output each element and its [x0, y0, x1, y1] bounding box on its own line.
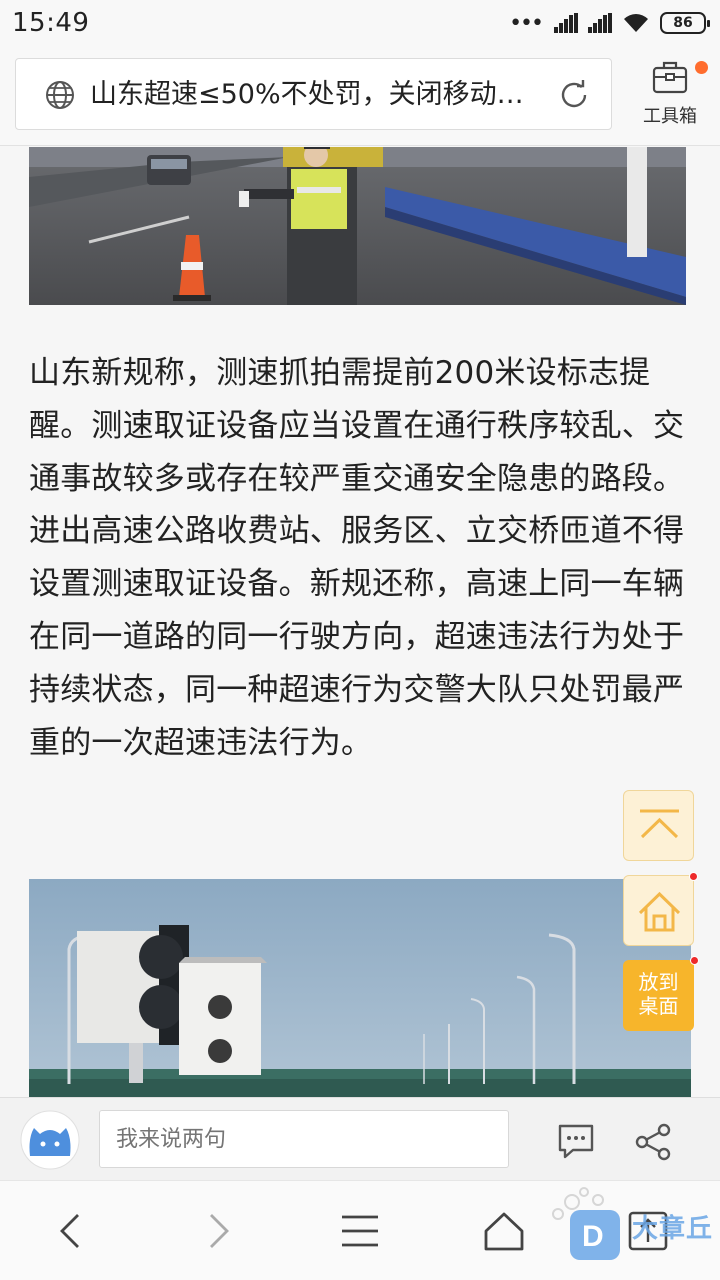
notification-dot: [689, 872, 698, 881]
notification-dot: [690, 956, 699, 965]
share-icon[interactable]: [633, 1122, 673, 1162]
add-to-desktop-button[interactable]: 放到桌面: [623, 956, 699, 1031]
article-content[interactable]: 山东新规称，测速抓拍需提前200米设标志提醒。测速取证设备应当设置在通行秩序较乱…: [0, 147, 720, 1097]
comment-bar: [0, 1097, 720, 1180]
watermark: D 大章丘: [540, 1184, 720, 1280]
traffic-police-photo: [29, 147, 686, 305]
avatar[interactable]: [20, 1110, 80, 1170]
signal-icon: [554, 13, 578, 33]
home-button[interactable]: [623, 872, 698, 946]
toolbox-icon: [652, 61, 688, 94]
watermark-logo: D: [552, 1187, 620, 1260]
globe-icon: [46, 81, 74, 109]
add-to-desktop-label: 放到桌面: [638, 970, 679, 1018]
back-to-top-button[interactable]: [623, 790, 694, 861]
article-paragraph: 山东新规称，测速抓拍需提前200米设标志提醒。测速取证设备应当设置在通行秩序较乱…: [29, 355, 685, 761]
status-time: 15:49: [12, 8, 90, 38]
battery-icon: 86: [660, 12, 710, 34]
watermark-text: 大章丘: [632, 1214, 714, 1244]
more-notifications-icon: •••: [509, 10, 544, 36]
status-icons: ••• 86: [509, 10, 710, 36]
notification-dot: [695, 61, 708, 74]
speed-camera-photo: [29, 879, 691, 1097]
page-title: 山东超速≤50%不处罚，关闭移动…: [90, 79, 524, 110]
address-bar[interactable]: 山东超速≤50%不处罚，关闭移动…: [15, 58, 612, 130]
forward-icon[interactable]: [195, 1209, 239, 1253]
browser-top-bar: 山东超速≤50%不处罚，关闭移动… 工具箱: [0, 46, 720, 146]
comment-input[interactable]: [99, 1110, 509, 1168]
menu-icon[interactable]: [338, 1209, 382, 1253]
status-bar: 15:49 ••• 86: [0, 0, 720, 46]
refresh-icon[interactable]: [556, 77, 592, 113]
toolbox-button[interactable]: 工具箱: [628, 60, 712, 134]
toolbox-label: 工具箱: [643, 106, 697, 127]
wifi-icon: [624, 14, 648, 32]
comment-icon[interactable]: [556, 1122, 596, 1160]
battery-level: 86: [673, 15, 693, 31]
home-nav-icon[interactable]: [482, 1209, 526, 1253]
home-icon: [638, 891, 681, 932]
svg-text:D: D: [582, 1220, 604, 1253]
app-root: { "status_bar": { "time": "15:49", "batt…: [0, 0, 720, 1280]
arrow-up-icon: [640, 809, 679, 839]
back-icon[interactable]: [50, 1209, 94, 1253]
signal-icon-2: [588, 13, 612, 33]
